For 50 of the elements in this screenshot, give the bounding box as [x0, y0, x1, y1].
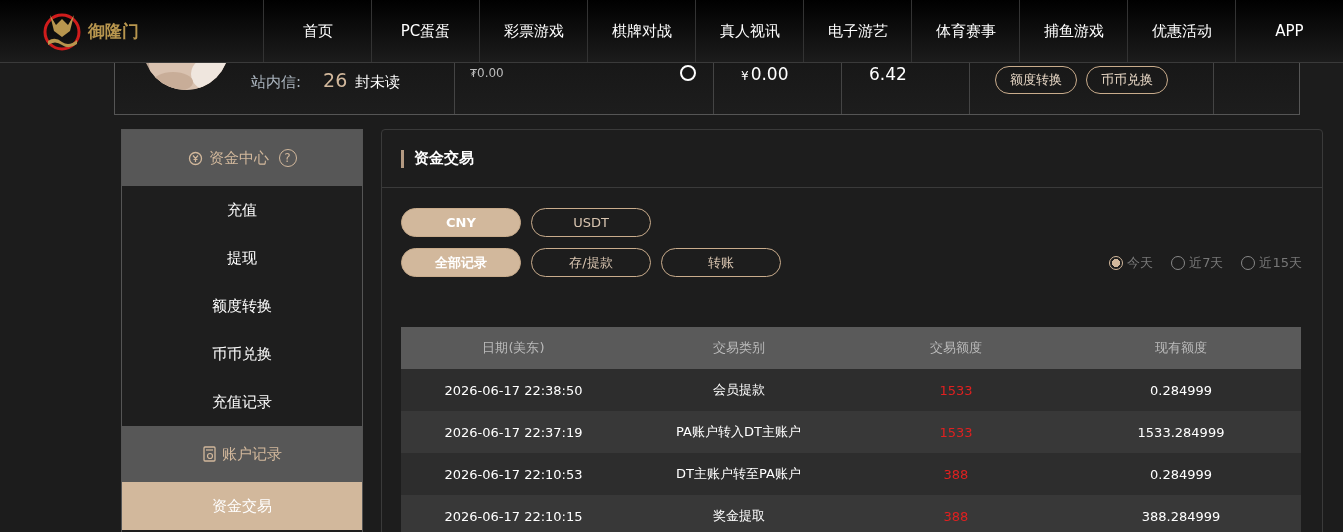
table-cell-text: 1533 — [938, 381, 974, 400]
sidebar-group-header[interactable]: 资金中心 ? — [122, 130, 362, 186]
nav-link[interactable]: 首页 — [263, 0, 371, 62]
nav-link[interactable]: APP — [1235, 0, 1343, 62]
sidebar-item[interactable]: 提现 — [122, 234, 362, 282]
table-cell-text: 388 — [942, 507, 970, 526]
nav-link[interactable]: 真人视讯 — [695, 0, 803, 62]
nav-link[interactable]: 优惠活动 — [1127, 0, 1235, 62]
column-header: 现有额度 — [1154, 339, 1208, 357]
table-cell-text: 388.284999 — [1140, 507, 1222, 526]
sidebar-item[interactable]: 充值记录 — [122, 378, 362, 426]
radio-label[interactable]: 今天 — [1127, 253, 1154, 272]
logo-text[interactable]: 御隆门 — [88, 19, 139, 43]
table-cell-text: 1533.284999 — [1136, 423, 1226, 442]
sidebar-item[interactable]: 充值 — [122, 186, 362, 234]
table-cell-text: 0.284999 — [1149, 381, 1213, 400]
balance-amount: 6.42 — [869, 64, 907, 84]
balance-amount: ¥0.00 — [741, 64, 789, 84]
table-cell-text: 2026-06-17 22:37:19 — [443, 423, 584, 442]
table-cell-text: 388 — [942, 465, 970, 484]
unread-label: 封未读 — [355, 73, 401, 92]
table-cell-text: 0.284999 — [1149, 465, 1213, 484]
table-cell-text: 2026-06-17 22:10:15 — [443, 507, 584, 526]
sidebar-group-title: 账户记录 — [221, 444, 282, 464]
unread-count[interactable]: 26 — [323, 69, 348, 91]
table-cell-text: PA账户转入DT主账户 — [675, 423, 802, 441]
sidebar-group-header[interactable]: 账户记录 — [122, 426, 362, 482]
table-cell-text: 2026-06-17 22:10:53 — [443, 465, 584, 484]
table-cell-text: 会员提款 — [711, 381, 766, 399]
nav-link[interactable]: 电子游艺 — [803, 0, 911, 62]
table-cell-text: 2026-06-17 22:38:50 — [443, 381, 584, 400]
nav-link[interactable]: 体育赛事 — [911, 0, 1019, 62]
nav-link[interactable]: 彩票游戏 — [479, 0, 587, 62]
table-cell-text: DT主账户转至PA账户 — [675, 465, 802, 483]
nav-link[interactable]: 棋牌对战 — [587, 0, 695, 62]
nav-link[interactable]: PC蛋蛋 — [371, 0, 479, 62]
messages-label: 站内信: — [251, 73, 302, 92]
panel-title: 资金交易 — [414, 149, 474, 168]
radio-label[interactable]: 近7天 — [1189, 253, 1224, 272]
nav-link[interactable]: 捕鱼游戏 — [1019, 0, 1127, 62]
sidebar-item[interactable]: 币币兑换 — [122, 330, 362, 378]
column-header: 交易额度 — [929, 339, 983, 357]
column-header: 日期(美东) — [481, 339, 546, 357]
sidebar-group-title: 资金中心 — [208, 148, 269, 168]
radio-label[interactable]: 近15天 — [1259, 253, 1302, 272]
column-header: 交易类别 — [711, 339, 766, 357]
sidebar-item[interactable]: 额度转换 — [122, 282, 362, 330]
balance-amount: ₮0.00 — [470, 66, 504, 80]
table-cell-text: 1533 — [938, 423, 974, 442]
table-cell-text: 奖金提取 — [711, 507, 766, 525]
